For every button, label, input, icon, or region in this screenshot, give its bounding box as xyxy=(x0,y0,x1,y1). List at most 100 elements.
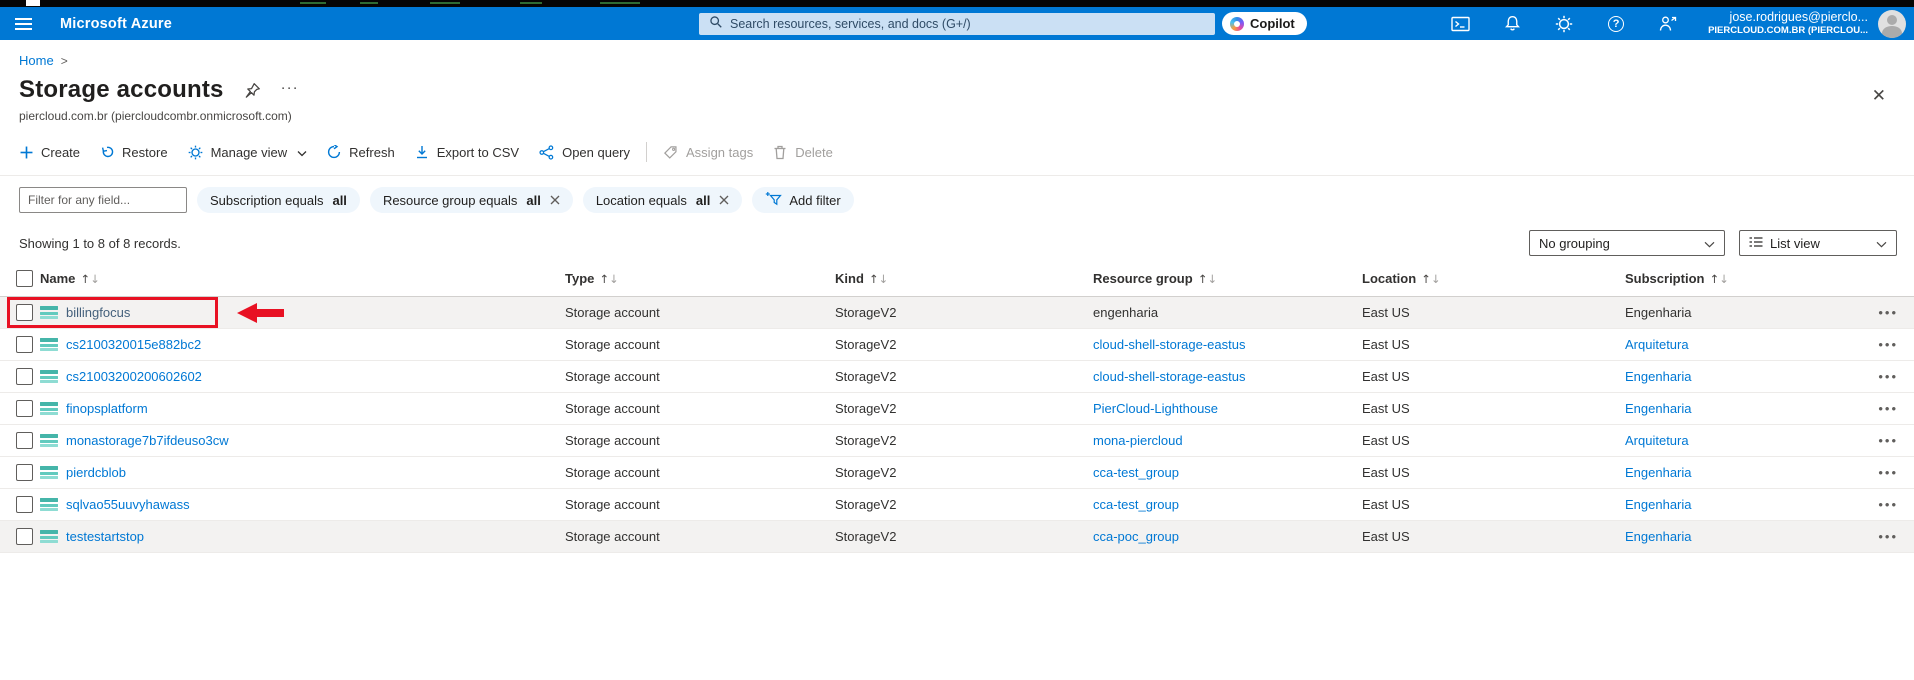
delete-button[interactable]: Delete xyxy=(763,145,843,160)
table-row[interactable]: monastorage7b7ifdeuso3cw Storage account… xyxy=(0,425,1914,457)
remove-filter-icon[interactable] xyxy=(719,195,729,205)
search-input[interactable] xyxy=(730,17,1205,31)
row-kind: StorageV2 xyxy=(835,433,1093,448)
remove-filter-icon[interactable] xyxy=(550,195,560,205)
row-checkbox[interactable] xyxy=(16,464,33,481)
row-resource-group-link[interactable]: cloud-shell-storage-eastus xyxy=(1093,337,1362,352)
browser-strip-square xyxy=(26,0,40,6)
avatar[interactable] xyxy=(1878,10,1906,38)
row-resource-group-link[interactable]: cca-poc_group xyxy=(1093,529,1362,544)
pin-icon[interactable] xyxy=(244,82,261,99)
row-name-link[interactable]: monastorage7b7ifdeuso3cw xyxy=(66,433,565,448)
row-resource-group-link[interactable]: engenharia xyxy=(1093,305,1362,320)
row-checkbox[interactable] xyxy=(16,368,33,385)
filter-pill-location[interactable]: Location equalsall xyxy=(583,187,743,213)
row-checkbox[interactable] xyxy=(16,528,33,545)
row-subscription-link[interactable]: Engenharia xyxy=(1625,369,1865,384)
feedback-person-icon[interactable] xyxy=(1642,7,1694,40)
filter-pill-resource-group[interactable]: Resource group equalsall xyxy=(370,187,573,213)
row-resource-group-link[interactable]: cca-test_group xyxy=(1093,497,1362,512)
row-subscription-link[interactable]: Arquitetura xyxy=(1625,433,1865,448)
row-more-icon[interactable]: ••• xyxy=(1865,433,1914,448)
row-subscription-link[interactable]: Engenharia xyxy=(1625,305,1865,320)
row-name-link[interactable]: pierdcblob xyxy=(66,465,565,480)
table-row[interactable]: testestartstop Storage account StorageV2… xyxy=(0,521,1914,553)
grouping-dropdown[interactable]: No grouping xyxy=(1529,230,1725,256)
row-resource-group-link[interactable]: PierCloud-Lighthouse xyxy=(1093,401,1362,416)
col-header-type[interactable]: Type↑↓ xyxy=(565,271,835,286)
azure-brand-title[interactable]: Microsoft Azure xyxy=(60,16,172,32)
copilot-button[interactable]: Copilot xyxy=(1222,12,1307,35)
row-resource-group-link[interactable]: cloud-shell-storage-eastus xyxy=(1093,369,1362,384)
row-more-icon[interactable]: ••• xyxy=(1865,529,1914,544)
row-subscription-link[interactable]: Arquitetura xyxy=(1625,337,1865,352)
global-search[interactable] xyxy=(699,13,1215,35)
row-more-icon[interactable]: ••• xyxy=(1865,369,1914,384)
gear-icon xyxy=(188,145,203,160)
chevron-down-icon xyxy=(1876,236,1887,251)
row-checkbox[interactable] xyxy=(16,432,33,449)
account-menu[interactable]: jose.rodrigues@pierclo... PIERCLOUD.COM.… xyxy=(1708,10,1868,36)
table-row[interactable]: pierdcblob Storage account StorageV2 cca… xyxy=(0,457,1914,489)
row-name-link[interactable]: cs21003200200602602 xyxy=(66,369,565,384)
row-name-link[interactable]: testestartstop xyxy=(66,529,565,544)
row-resource-group-link[interactable]: mona-piercloud xyxy=(1093,433,1362,448)
row-checkbox[interactable] xyxy=(16,496,33,513)
row-name-link[interactable]: billingfocus xyxy=(66,305,565,320)
breadcrumb-home-link[interactable]: Home xyxy=(19,53,54,68)
table-row[interactable]: cs2100320015e882bc2 Storage account Stor… xyxy=(0,329,1914,361)
export-csv-button[interactable]: Export to CSV xyxy=(405,145,529,160)
col-header-subscription[interactable]: Subscription↑↓ xyxy=(1625,271,1865,286)
row-name-link[interactable]: cs2100320015e882bc2 xyxy=(66,337,565,352)
col-header-name[interactable]: Name↑↓ xyxy=(40,271,565,286)
table-row[interactable]: cs21003200200602602 Storage account Stor… xyxy=(0,361,1914,393)
open-query-button[interactable]: Open query xyxy=(529,145,640,160)
row-more-icon[interactable]: ••• xyxy=(1865,305,1914,320)
row-subscription-link[interactable]: Engenharia xyxy=(1625,497,1865,512)
row-more-icon[interactable]: ••• xyxy=(1865,337,1914,352)
row-type: Storage account xyxy=(565,337,835,352)
restore-button[interactable]: Restore xyxy=(90,145,178,160)
filter-pill-subscription[interactable]: Subscription equalsall xyxy=(197,187,360,213)
row-kind: StorageV2 xyxy=(835,465,1093,480)
row-subscription-link[interactable]: Engenharia xyxy=(1625,529,1865,544)
row-checkbox[interactable] xyxy=(16,336,33,353)
row-checkbox[interactable] xyxy=(16,304,33,321)
close-icon[interactable]: ✕ xyxy=(1872,88,1886,105)
col-header-location[interactable]: Location↑↓ xyxy=(1362,271,1625,286)
col-header-resource-group[interactable]: Resource group↑↓ xyxy=(1093,271,1362,286)
settings-gear-icon[interactable] xyxy=(1538,7,1590,40)
refresh-button[interactable]: Refresh xyxy=(317,145,405,160)
row-subscription-link[interactable]: Engenharia xyxy=(1625,465,1865,480)
page-more-icon[interactable]: ··· xyxy=(281,79,299,102)
filter-input[interactable] xyxy=(19,187,187,213)
open-query-icon xyxy=(539,145,554,160)
table-row[interactable]: finopsplatform Storage account StorageV2… xyxy=(0,393,1914,425)
row-resource-group-link[interactable]: cca-test_group xyxy=(1093,465,1362,480)
row-checkbox[interactable] xyxy=(16,400,33,417)
notifications-bell-icon[interactable] xyxy=(1486,7,1538,40)
manage-view-button[interactable]: Manage view xyxy=(178,145,318,160)
select-all-checkbox[interactable] xyxy=(16,270,33,287)
row-name-link[interactable]: sqlvao55uuvyhawass xyxy=(66,497,565,512)
row-more-icon[interactable]: ••• xyxy=(1865,465,1914,480)
page-title: Storage accounts xyxy=(19,76,224,104)
add-filter-button[interactable]: Add filter xyxy=(752,187,853,213)
hamburger-menu-icon[interactable] xyxy=(0,7,46,40)
assign-tags-button[interactable]: Assign tags xyxy=(653,145,763,160)
chevron-down-icon xyxy=(297,145,307,160)
help-icon[interactable]: ? xyxy=(1590,7,1642,40)
create-button[interactable]: Create xyxy=(10,145,90,160)
row-more-icon[interactable]: ••• xyxy=(1865,497,1914,512)
row-subscription-link[interactable]: Engenharia xyxy=(1625,401,1865,416)
copilot-label: Copilot xyxy=(1250,16,1295,31)
view-dropdown[interactable]: List view xyxy=(1739,230,1897,256)
col-header-kind[interactable]: Kind↑↓ xyxy=(835,271,1093,286)
row-kind: StorageV2 xyxy=(835,369,1093,384)
topbar-icons: ? xyxy=(1434,7,1694,40)
cloud-shell-icon[interactable] xyxy=(1434,7,1486,40)
table-row[interactable]: billingfocus Storage account StorageV2 e… xyxy=(0,297,1914,329)
row-more-icon[interactable]: ••• xyxy=(1865,401,1914,416)
table-row[interactable]: sqlvao55uuvyhawass Storage account Stora… xyxy=(0,489,1914,521)
row-name-link[interactable]: finopsplatform xyxy=(66,401,565,416)
